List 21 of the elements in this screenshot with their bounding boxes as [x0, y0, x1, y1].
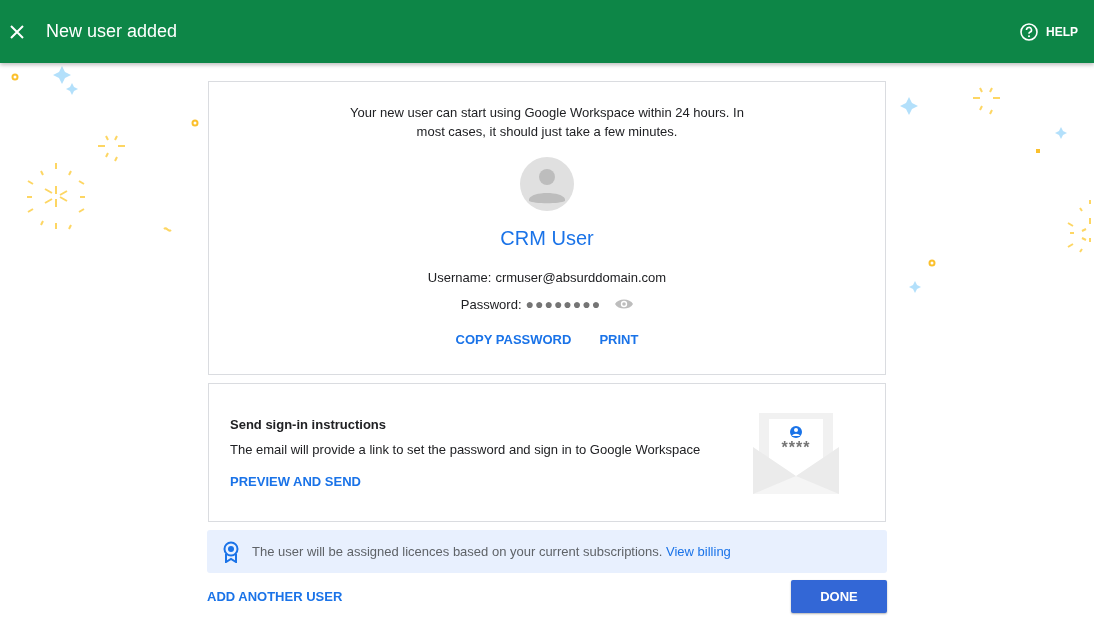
add-another-user-link[interactable]: ADD ANOTHER USER — [207, 589, 343, 604]
section-description: The email will provide a link to set the password and sign in to Google Workspace — [230, 441, 701, 457]
username-value: crmuser@absurddomain.com — [495, 270, 667, 285]
action-link[interactable]: COPY PASSWORD — [455, 332, 572, 347]
close-icon[interactable] — [10, 24, 24, 39]
section-title: Send sign-in instructions — [230, 416, 386, 432]
help-button[interactable]: HELP — [1020, 22, 1078, 41]
username-label: Username: — [427, 270, 492, 285]
preview-send-link[interactable]: PREVIEW AND SEND — [230, 473, 361, 489]
user-name: CRM User — [500, 227, 594, 250]
view-billing-link[interactable]: View billing — [666, 544, 731, 559]
page-title: New user added — [46, 21, 179, 42]
help-icon — [1020, 22, 1038, 41]
action-link[interactable]: PRINT — [599, 332, 639, 347]
license-message: The user will be assigned licences based on your current subscriptions. View billing — [252, 544, 731, 559]
award-icon — [223, 540, 239, 563]
avatar-icon — [520, 157, 574, 211]
done-button[interactable]: DONE — [791, 580, 887, 613]
info-message: Your new user can start using Google Workspace within 24 hours. In most cases, it should just take a few minutes. — [349, 104, 745, 141]
password-label: Password: — [460, 296, 522, 312]
password-value: ●●●●●●●● — [525, 296, 602, 312]
